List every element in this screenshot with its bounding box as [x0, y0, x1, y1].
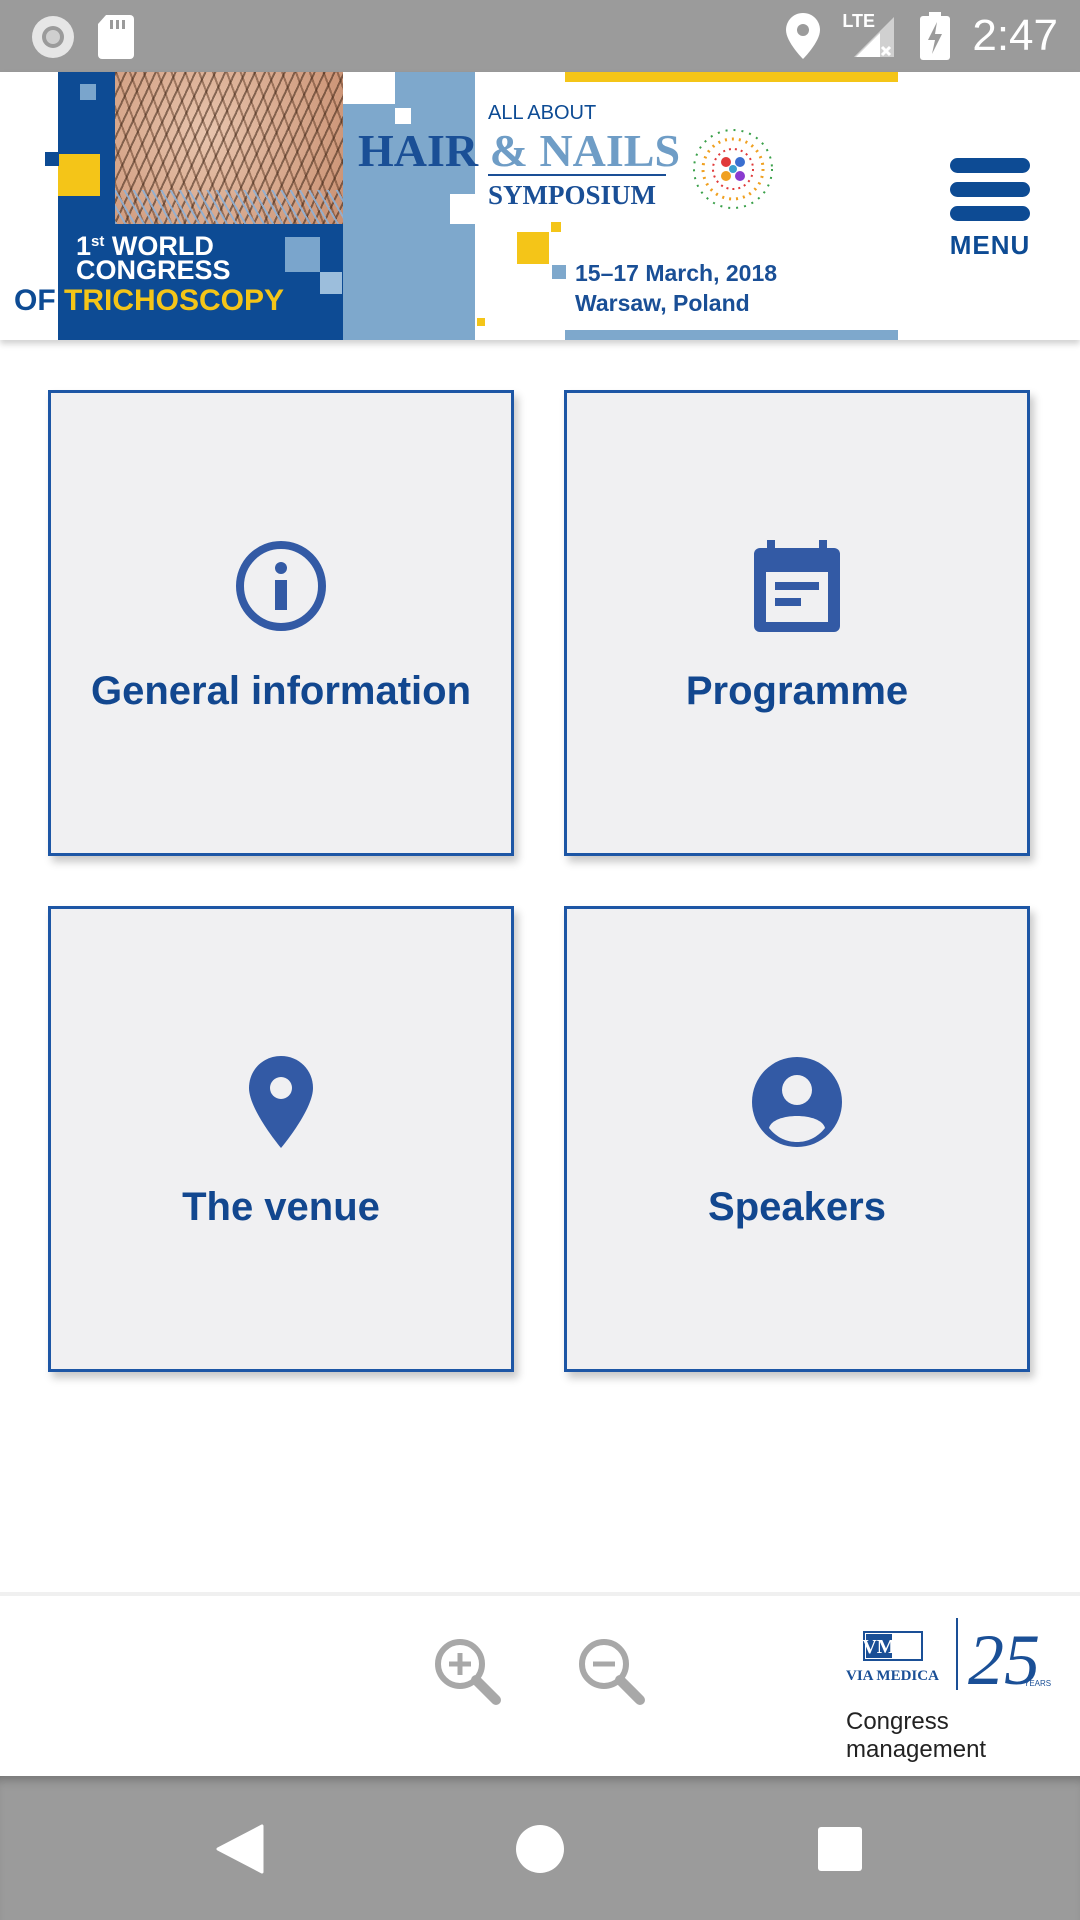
person-icon — [752, 1057, 842, 1147]
zoom-out-icon[interactable] — [576, 1636, 646, 1706]
system-nav-bar — [0, 1776, 1080, 1920]
symposium-logo-icon — [693, 129, 773, 209]
tile-the-venue[interactable]: The venue — [48, 906, 514, 1372]
congress-banner: 1st WORLD CONGRESS OF TRICHOSCOPY ALL AB… — [0, 72, 900, 340]
menu-label: MENU — [949, 230, 1031, 260]
info-icon — [236, 541, 326, 631]
sd-card-icon — [98, 15, 134, 59]
calendar-icon — [754, 540, 840, 632]
location-icon — [786, 13, 821, 59]
back-icon[interactable] — [216, 1824, 264, 1874]
battery-charging-icon — [920, 12, 951, 60]
tile-label: Programme — [685, 669, 909, 713]
footer: VM VIA MEDICA 25 YEARS Congress manageme… — [0, 1592, 1080, 1780]
logo-years-label: YEARS — [1024, 1679, 1051, 1688]
congress-management-text: Congress management — [846, 1708, 987, 1763]
zoom-in-icon[interactable] — [432, 1636, 502, 1706]
tile-programme[interactable]: Programme — [564, 390, 1030, 856]
tile-label: The venue — [182, 1185, 380, 1229]
congress-title: 1st WORLD CONGRESS — [76, 231, 231, 285]
tile-label: General information — [90, 669, 472, 713]
signal-icon: LTE — [842, 11, 898, 61]
location-pin-icon — [249, 1056, 313, 1148]
record-icon — [32, 16, 74, 58]
app-header: 1st WORLD CONGRESS OF TRICHOSCOPY ALL AB… — [0, 72, 1080, 340]
all-about-label: ALL ABOUT — [488, 102, 597, 124]
clock: 2:47 — [972, 11, 1058, 60]
event-date: 15–17 March, 2018 Warsaw, Poland — [575, 260, 778, 316]
logo-vm-text: VM — [862, 1636, 895, 1658]
recents-icon[interactable] — [816, 1824, 864, 1874]
via-medica-logo: VM VIA MEDICA 25 YEARS — [846, 1618, 1051, 1700]
logo-brand-text: VIA MEDICA — [846, 1668, 939, 1684]
symposium-label: SYMPOSIUM — [488, 180, 656, 210]
symposium-title: HAIR & NAILS — [358, 125, 681, 176]
status-bar: LTE 2:47 — [0, 0, 1080, 72]
home-icon[interactable] — [516, 1824, 564, 1874]
logo-years-number: 25 — [968, 1620, 1040, 1700]
hamburger-icon — [948, 158, 1032, 221]
tile-label: Speakers — [708, 1185, 886, 1229]
trichoscopy-title: OF TRICHOSCOPY — [14, 284, 285, 317]
tile-general-information[interactable]: General information — [48, 390, 514, 856]
menu-button[interactable]: MENU — [948, 158, 1032, 261]
tile-speakers[interactable]: Speakers — [564, 906, 1030, 1372]
